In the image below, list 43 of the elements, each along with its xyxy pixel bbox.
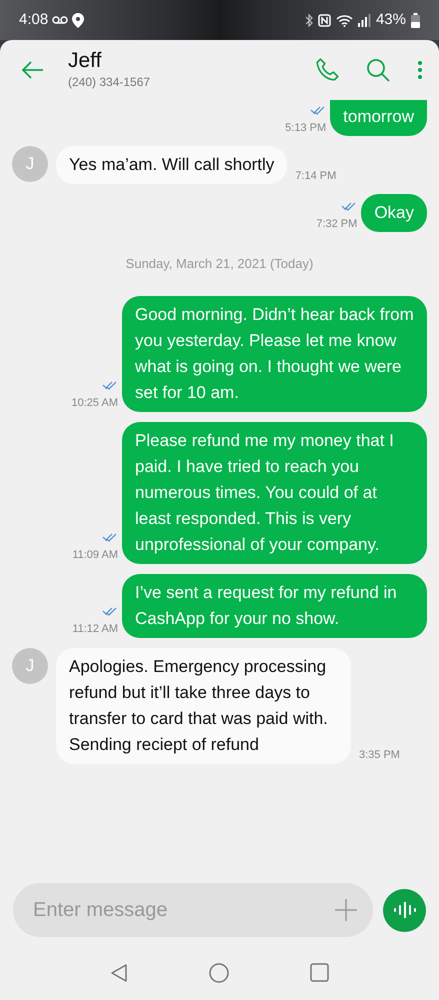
sent-message-bubble: Good morning. Didn’t hear back from you yesterday. Please let me know what is going on. I thought we were set for 10 am. [122,296,427,412]
message-time: 11:09 AM [72,548,118,563]
message-time: 7:32 PM [316,216,358,232]
contact-avatar[interactable]: J [12,146,48,182]
voicemail-icon [52,16,68,24]
message-time: 10:25 AM [72,396,118,411]
plus-icon[interactable] [335,899,357,921]
wifi-icon [336,14,353,26]
double-check-icon [102,533,118,543]
search-button[interactable] [366,58,390,82]
message-time: 11:12 AM [72,622,118,637]
call-button[interactable] [315,57,341,83]
received-message-bubble: Yes ma’am. Will call shortly [56,146,288,184]
contact-avatar[interactable]: J [12,648,48,684]
sent-message-bubble: tomorrow [330,100,427,136]
battery-percent: 43% [376,10,406,30]
location-icon [72,12,84,28]
phone-number: (240) 334-1567 [68,74,152,91]
battery-icon [411,12,420,28]
voice-button[interactable] [383,888,426,932]
sent-message-bubble: I’ve sent a request for my refund in CashApp for your no show. [122,574,427,638]
message-input[interactable]: Enter message [13,883,373,937]
bluetooth-icon [304,14,313,26]
double-check-icon [341,202,358,212]
message-time: 5:13 PM [285,120,326,136]
sent-message-bubble: Please refund me my money that I paid. I have tried to reach you numerous times. You could of at least responded. This is very unprofessional of your company. [122,422,427,564]
sent-message-bubble: Okay [361,194,427,232]
message-time: 3:35 PM [359,748,400,763]
waveform-icon [392,902,416,918]
contact-name: Jeff [68,49,102,73]
more-options-button[interactable] [417,60,423,80]
date-separator: Sunday, March 21, 2021 (Today) [126,255,314,273]
double-check-icon [102,607,118,617]
back-nav-button[interactable] [110,962,128,982]
signal-icon [358,14,371,26]
nfc-icon [318,14,331,26]
double-check-icon [102,381,118,391]
message-time: 7:14 PM [295,168,336,184]
status-time: 4:08 [19,10,48,30]
double-check-icon [310,106,326,116]
home-nav-button[interactable] [208,962,229,982]
received-message-bubble: Apologies. Emergency processing refund but it’ll take three days to transfer to card that was paid with. Sending reciept of refund [56,648,351,764]
recents-nav-button[interactable] [310,963,329,982]
